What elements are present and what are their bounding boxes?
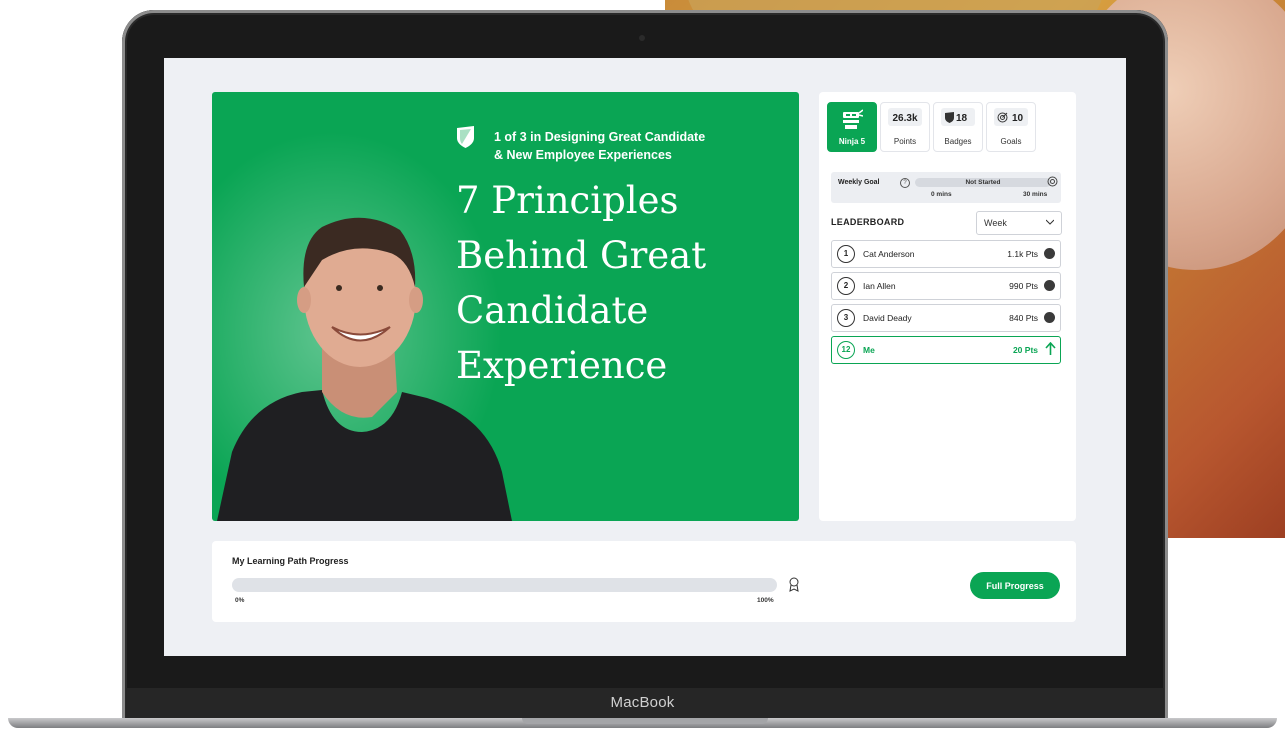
laptop-notch xyxy=(522,718,768,724)
player-points: 990 Pts xyxy=(1009,281,1038,291)
goals-value: 10 xyxy=(1012,113,1024,124)
points-label: Points xyxy=(893,137,917,146)
points-value: 26.3k xyxy=(892,113,918,124)
course-title: 7 Principles Behind Great Candidate Expe… xyxy=(456,173,706,393)
goals-label: Goals xyxy=(1000,137,1022,146)
badges-value: 18 xyxy=(956,113,968,124)
course-title-line: Candidate xyxy=(456,289,649,332)
help-icon[interactable]: ? xyxy=(900,178,910,188)
leaderboard-period-value: Week xyxy=(984,218,1007,228)
player-points: 20 Pts xyxy=(1012,345,1038,355)
player-points: 840 Pts xyxy=(1009,313,1038,323)
weekly-goal[interactable]: Weekly Goal ? Not Started 0 mins 30 mins xyxy=(831,172,1061,203)
laptop-brand-label: MacBook xyxy=(610,694,675,711)
player-name: David Deady xyxy=(863,313,912,323)
ninja-level-card[interactable]: Ninja 5 xyxy=(827,102,877,152)
weekly-goal-min: 0 mins xyxy=(931,191,952,198)
series-line-2: & New Employee Experiences xyxy=(494,148,672,162)
player-name: Me xyxy=(863,345,875,355)
leaderboard-row[interactable]: 1 Cat Anderson 1.1k Pts xyxy=(831,240,1061,268)
award-icon xyxy=(789,577,799,592)
player-name: Cat Anderson xyxy=(863,249,915,259)
full-progress-button[interactable]: Full Progress xyxy=(970,572,1060,599)
goals-card[interactable]: 10 Goals xyxy=(986,102,1036,152)
points-card[interactable]: 26.3k Points xyxy=(880,102,930,152)
rank-badge: 3 xyxy=(837,309,855,327)
rank-badge: 1 xyxy=(837,245,855,263)
chevron-down-icon xyxy=(1046,219,1054,225)
ninja-icon xyxy=(843,109,863,129)
learning-path-progress-bar xyxy=(232,578,777,592)
course-title-line: 7 Principles xyxy=(456,179,679,222)
learning-path-progress: My Learning Path Progress 0% 100% Full P… xyxy=(212,541,1076,622)
badges-card[interactable]: 18 Badges xyxy=(933,102,983,152)
target-icon[interactable] xyxy=(1047,176,1058,187)
series-line-1: 1 of 3 in Designing Great Candidate xyxy=(494,130,706,144)
leaderboard-row-me[interactable]: 12 Me 20 Pts xyxy=(831,336,1061,364)
course-hero[interactable]: 1 of 3 in Designing Great Candidate & Ne… xyxy=(212,92,799,521)
rank-badge: 12 xyxy=(837,341,855,359)
learning-path-title: My Learning Path Progress xyxy=(232,556,349,566)
badges-label: Badges xyxy=(944,137,972,146)
arrow-up-icon xyxy=(1045,342,1056,355)
webcam xyxy=(639,35,645,41)
course-series-label: 1 of 3 in Designing Great Candidate & Ne… xyxy=(494,128,705,164)
avatar xyxy=(1044,280,1055,291)
gamification-panel: Ninja 5 26.3k Points 18 Badges 10 Goals xyxy=(819,92,1076,521)
badge-icon xyxy=(945,112,954,123)
app-screen: 1 of 3 in Designing Great Candidate & Ne… xyxy=(164,58,1126,656)
weekly-goal-status: Not Started xyxy=(965,179,1001,186)
rank-badge: 2 xyxy=(837,277,855,295)
weekly-goal-label: Weekly Goal xyxy=(838,179,880,186)
player-name: Ian Allen xyxy=(863,281,896,291)
progress-start-label: 0% xyxy=(235,597,245,604)
leaderboard-row[interactable]: 3 David Deady 840 Pts xyxy=(831,304,1061,332)
avatar xyxy=(1044,312,1055,323)
avatar xyxy=(1044,248,1055,259)
progress-end-label: 100% xyxy=(757,597,774,604)
weekly-goal-bar: Not Started xyxy=(915,178,1051,187)
leaderboard-period-select[interactable]: Week xyxy=(976,211,1062,235)
shield-badge-icon xyxy=(457,126,474,148)
leaderboard-title: LEADERBOARD xyxy=(831,217,905,227)
course-title-line: Experience xyxy=(456,344,668,387)
weekly-goal-max: 30 mins xyxy=(1023,191,1048,198)
course-title-line: Behind Great xyxy=(456,234,707,277)
target-icon xyxy=(997,112,1008,123)
ninja-level-label: Ninja 5 xyxy=(838,137,866,146)
player-points: 1.1k Pts xyxy=(1007,249,1038,259)
leaderboard-row[interactable]: 2 Ian Allen 990 Pts xyxy=(831,272,1061,300)
